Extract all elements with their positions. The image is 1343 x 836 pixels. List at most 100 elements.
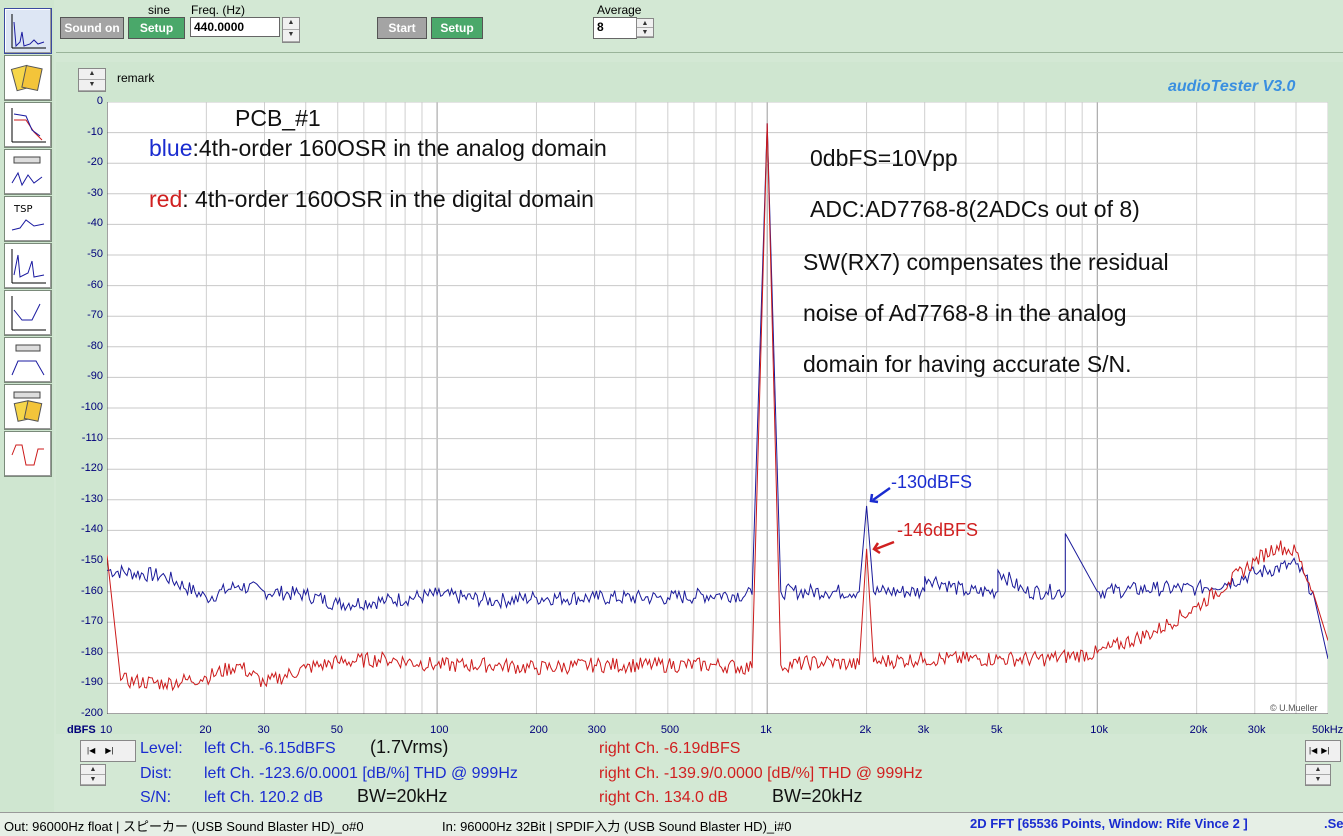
y-zoom-spinner[interactable]: ▲ ▼ <box>80 764 106 786</box>
x-tick-label: 100 <box>430 724 449 736</box>
filter-icon <box>11 344 45 376</box>
analyzer-setup-button[interactable]: Setup <box>431 17 483 39</box>
x-tick-label: 50kHz <box>1312 724 1343 736</box>
average-label: Average <box>597 3 642 17</box>
remark-spinner[interactable]: ▲ ▼ <box>78 68 106 92</box>
y-tick-label: -160 <box>80 584 103 597</box>
frequency-response-icon <box>11 108 46 143</box>
cards-icon <box>10 64 43 92</box>
sw-annotation-line3: domain for having accurate S/N. <box>803 351 1132 377</box>
dist-right-value: right Ch. -139.9/0.0000 [dB/%] THD @ 999… <box>599 765 923 782</box>
x-tick-label: 1k <box>760 724 772 736</box>
x-tick-label: 10 <box>100 724 113 736</box>
fft-mode-button[interactable] <box>4 8 52 54</box>
spin-down-icon[interactable]: ▼ <box>283 30 299 42</box>
x-tick-label: 2k <box>859 724 872 736</box>
y-tick-label: -90 <box>87 370 103 383</box>
y-unit-label: dBFS <box>67 724 96 736</box>
x-zoom-spinner[interactable]: ▲ ▼ <box>1305 764 1331 786</box>
distortion-mode-button[interactable] <box>4 149 52 195</box>
status-overflow: .Se <box>1324 816 1343 831</box>
sound-on-button[interactable]: Sound on <box>60 17 124 39</box>
freq-input[interactable]: 440.0000 <box>190 17 280 37</box>
sw-annotation-line2: noise of Ad7768-8 in the analog <box>803 300 1127 326</box>
spin-down-icon[interactable]: ▼ <box>1306 775 1330 785</box>
response-mode-button[interactable] <box>4 102 52 148</box>
adc-annotation: ADC:AD7768-8(2ADCs out of 8) <box>810 196 1140 222</box>
remark-label: remark <box>117 71 155 85</box>
y-tick-label: -10 <box>87 125 103 138</box>
sw-annotation-line1: SW(RX7) compensates the residual <box>803 249 1169 275</box>
sweep-mode-button[interactable] <box>4 290 52 336</box>
y-tick-label: -140 <box>80 523 103 536</box>
scroll-right-icon[interactable]: ▶| <box>1317 746 1329 755</box>
fft-spectrum-icon <box>11 14 46 49</box>
y-tick-label: -130 <box>80 492 103 505</box>
x-tick-label: 500 <box>660 724 680 736</box>
x-tick-label: 30 <box>257 724 270 736</box>
red-peak-arrow <box>875 540 895 551</box>
level-left-rms: (1.7Vrms) <box>370 737 449 757</box>
status-mode: 2D FFT [65536 Points, Window: Rife Vince… <box>970 816 1248 831</box>
y-tick-label: -170 <box>80 615 103 628</box>
spectrum-icon <box>11 249 46 284</box>
y-tick-label: -120 <box>80 462 103 475</box>
x-tick-label: 5k <box>990 724 1003 736</box>
red-legend: red: 4th-order 160OSR in the digital dom… <box>149 186 594 213</box>
spectrum2-mode-button[interactable] <box>4 243 52 289</box>
red-peak-annotation: -146dBFS <box>897 520 979 540</box>
y-tick-label: 0 <box>96 95 103 107</box>
y-tick-label: -40 <box>87 217 103 230</box>
blue-legend: blue:4th-order 160OSR in the analog doma… <box>149 135 607 162</box>
generator-setup-button[interactable]: Setup <box>128 17 185 39</box>
y-tick-label: -20 <box>87 156 103 169</box>
pcb-annotation: PCB_#1 <box>235 105 321 131</box>
sn-left-value: left Ch. 120.2 dB <box>204 789 324 806</box>
spin-down-icon[interactable]: ▼ <box>637 28 653 37</box>
y-tick-label: -70 <box>87 309 103 322</box>
waveform-mode-button[interactable] <box>4 431 52 477</box>
y-tick-label: -200 <box>80 707 103 719</box>
cards-mode-button[interactable] <box>4 55 52 101</box>
scroll-right-icon[interactable]: ▶| <box>95 746 113 755</box>
spin-down-icon[interactable]: ▼ <box>81 775 105 785</box>
x-tick-label: 20 <box>199 724 212 736</box>
start-button[interactable]: Start <box>377 17 427 39</box>
x-scroll-right[interactable]: |◀ ▶| <box>1305 740 1341 762</box>
freq-spinner[interactable]: ▲ ▼ <box>282 17 300 43</box>
scroll-left-icon[interactable]: |◀ <box>1306 746 1317 755</box>
sn-right-bandwidth: BW=20kHz <box>772 786 863 806</box>
spin-up-icon[interactable]: ▲ <box>283 18 299 30</box>
y-tick-label: -190 <box>80 676 103 689</box>
blue-description: :4th-order 160OSR in the analog domain <box>192 135 607 161</box>
copyright-label: © U.Mueller <box>1270 703 1318 713</box>
sine-label: sine <box>148 3 171 17</box>
red-word: red <box>149 186 183 212</box>
filter-mode-button[interactable] <box>4 337 52 383</box>
spin-up-icon[interactable]: ▲ <box>81 765 105 775</box>
y-tick-label: -100 <box>80 401 103 413</box>
average-spinner[interactable]: ▲ ▼ <box>636 18 654 38</box>
left-toolbar: TSP <box>0 0 54 812</box>
average-input[interactable]: 8 <box>593 17 637 39</box>
blue-peak-arrow <box>872 486 891 502</box>
spin-up-icon[interactable]: ▲ <box>637 19 653 28</box>
spin-up-icon[interactable]: ▲ <box>1306 765 1330 775</box>
level-right-value: right Ch. -6.19dBFS <box>599 740 741 757</box>
scroll-left-icon[interactable]: |◀ <box>81 746 95 755</box>
sn-left-bandwidth: BW=20kHz <box>357 786 448 806</box>
x-tick-label: 300 <box>587 724 606 736</box>
blue-peak-annotation: -130dBFS <box>891 472 973 492</box>
freq-label: Freq. (Hz) <box>191 3 245 17</box>
spin-down-icon[interactable]: ▼ <box>79 80 105 91</box>
cards2-mode-button[interactable] <box>4 384 52 430</box>
y-tick-label: -50 <box>87 248 103 260</box>
x-tick-label: 50 <box>330 724 343 736</box>
x-scroll-left[interactable]: |◀ ▶| <box>80 740 136 762</box>
tsp-mode-button[interactable]: TSP <box>4 196 52 242</box>
speaker-cards-icon <box>13 391 43 422</box>
y-tick-label: -180 <box>80 645 103 658</box>
spin-up-icon[interactable]: ▲ <box>79 69 105 80</box>
x-tick-label: 20k <box>1189 724 1208 736</box>
status-input: In: 96000Hz 32Bit | SPDIF入力 (USB Sound B… <box>442 819 792 834</box>
